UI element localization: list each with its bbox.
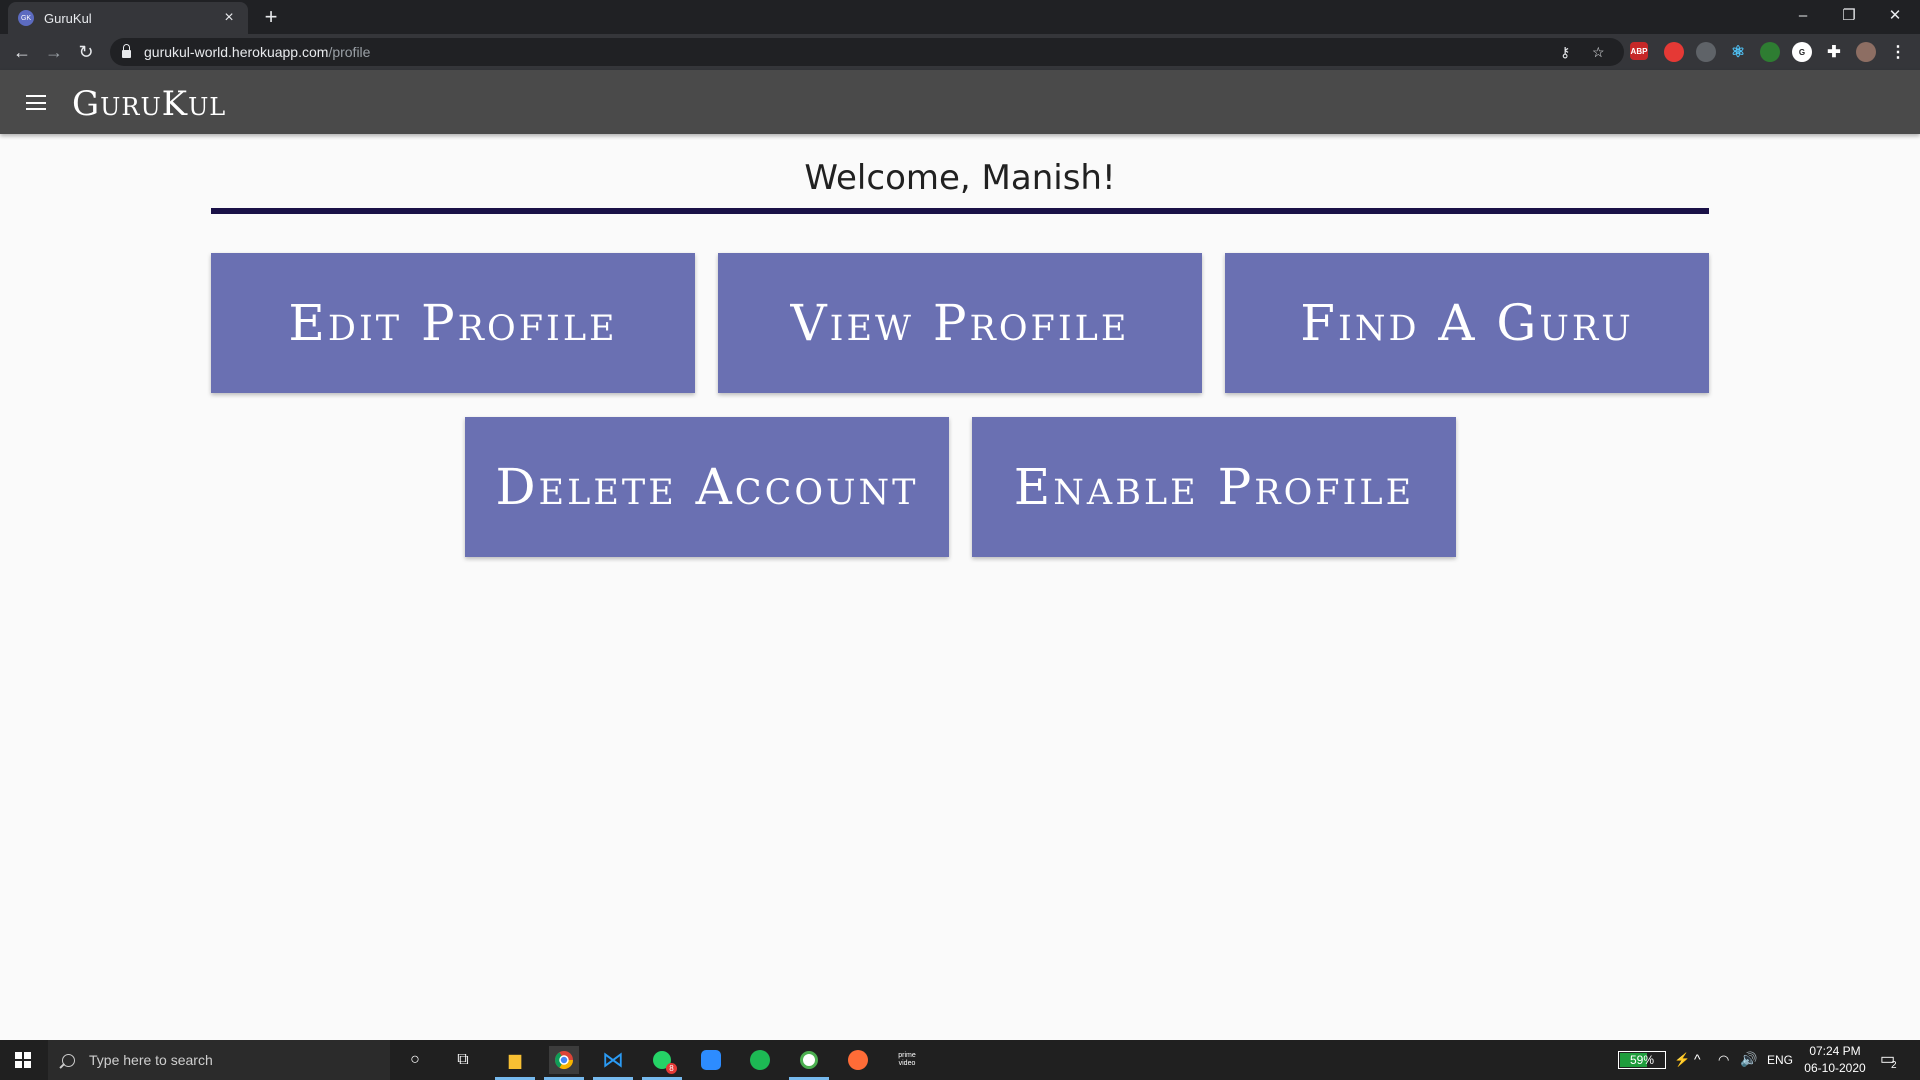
- browser-tab[interactable]: GK GuruKul ×: [8, 2, 248, 34]
- hamburger-menu-icon[interactable]: [26, 95, 46, 110]
- language-indicator[interactable]: ENG: [1767, 1053, 1793, 1067]
- clock-time[interactable]: 07:24 PM: [1806, 1044, 1864, 1058]
- whatsapp-badge: 8: [666, 1063, 677, 1074]
- volume-icon[interactable]: 🔊: [1740, 1051, 1757, 1068]
- taskbar-search[interactable]: Type here to search: [48, 1040, 390, 1080]
- enable-profile-button[interactable]: Enable Profile: [972, 417, 1456, 557]
- wifi-icon[interactable]: ◠: [1718, 1052, 1729, 1068]
- url-path: /profile: [328, 44, 371, 60]
- tab-title: GuruKul: [44, 10, 92, 26]
- whatsapp-icon[interactable]: 8: [647, 1046, 677, 1074]
- battery-indicator[interactable]: 59%: [1618, 1051, 1666, 1069]
- extensions-puzzle-icon[interactable]: ✚: [1824, 42, 1844, 62]
- notification-count: 2: [1891, 1060, 1897, 1071]
- welcome-heading: Welcome, Manish!: [804, 158, 1116, 198]
- spotify-icon[interactable]: [745, 1046, 775, 1074]
- edit-profile-button[interactable]: Edit Profile: [211, 253, 695, 393]
- adblock-extension-icon[interactable]: ABP: [1630, 42, 1648, 60]
- browser-toolbar: ← → ↻ gurukul-world.herokuapp.com/profil…: [0, 34, 1920, 70]
- reload-icon[interactable]: ↻: [72, 38, 100, 66]
- brand-logo[interactable]: GuruKul: [72, 84, 226, 124]
- task-view-icon[interactable]: ⧉: [448, 1046, 478, 1074]
- vscode-icon[interactable]: ⋈: [598, 1046, 628, 1074]
- restore-icon[interactable]: ❐: [1826, 0, 1872, 30]
- mongodb-compass-icon[interactable]: [794, 1046, 824, 1074]
- url-host: gurukul-world.herokuapp.com: [144, 44, 329, 60]
- back-arrow-icon[interactable]: ←: [8, 38, 36, 66]
- search-icon: [62, 1053, 75, 1067]
- address-bar[interactable]: gurukul-world.herokuapp.com/profile ⚷ ☆: [110, 38, 1624, 66]
- forward-arrow-icon[interactable]: →: [40, 38, 68, 66]
- close-window-icon[interactable]: ✕: [1872, 0, 1918, 30]
- find-a-guru-button[interactable]: Find A Guru: [1225, 253, 1709, 393]
- windows-taskbar: Type here to search ○ ⧉ ▆ ⋈ 8 prime vide…: [0, 1040, 1920, 1080]
- chrome-icon[interactable]: [549, 1046, 579, 1074]
- app-header: GuruKul: [0, 70, 1920, 134]
- welcome-divider: [211, 208, 1709, 214]
- minimize-icon[interactable]: –: [1780, 0, 1826, 30]
- power-plug-icon[interactable]: ⚡: [1674, 1052, 1690, 1068]
- delete-account-button[interactable]: Delete Account: [465, 417, 949, 557]
- extension-red-icon[interactable]: [1664, 42, 1684, 62]
- zoom-icon[interactable]: [696, 1046, 726, 1074]
- postman-icon[interactable]: [843, 1046, 873, 1074]
- react-devtools-icon[interactable]: ⚛: [1728, 42, 1748, 62]
- taskbar-search-placeholder: Type here to search: [89, 1052, 213, 1068]
- view-profile-button[interactable]: View Profile: [718, 253, 1202, 393]
- grammarly-extension-icon[interactable]: G: [1792, 42, 1812, 62]
- tab-close-icon[interactable]: ×: [220, 9, 238, 27]
- browser-tab-strip: GK GuruKul × + – ❐ ✕: [0, 0, 1920, 34]
- tab-favicon-icon: GK: [18, 10, 34, 26]
- battery-percent: 59%: [1629, 1053, 1655, 1067]
- profile-avatar[interactable]: [1856, 42, 1876, 62]
- file-explorer-icon[interactable]: ▆: [500, 1046, 530, 1074]
- key-icon[interactable]: ⚷: [1560, 44, 1570, 61]
- prime-video-icon[interactable]: prime video: [892, 1046, 922, 1074]
- extension-green-icon[interactable]: [1760, 42, 1780, 62]
- start-button[interactable]: [0, 1040, 46, 1080]
- lock-icon: [122, 44, 131, 58]
- cortana-icon[interactable]: ○: [400, 1046, 430, 1074]
- show-hidden-icons-chevron-icon[interactable]: ^: [1694, 1051, 1701, 1067]
- bookmark-star-icon[interactable]: ☆: [1592, 44, 1605, 61]
- extension-gray-icon[interactable]: [1696, 42, 1716, 62]
- new-tab-button[interactable]: +: [258, 4, 284, 30]
- clock-date[interactable]: 06-10-2020: [1800, 1061, 1870, 1075]
- windows-logo-icon: [15, 1052, 31, 1068]
- browser-menu-icon[interactable]: ⋮: [1888, 42, 1908, 62]
